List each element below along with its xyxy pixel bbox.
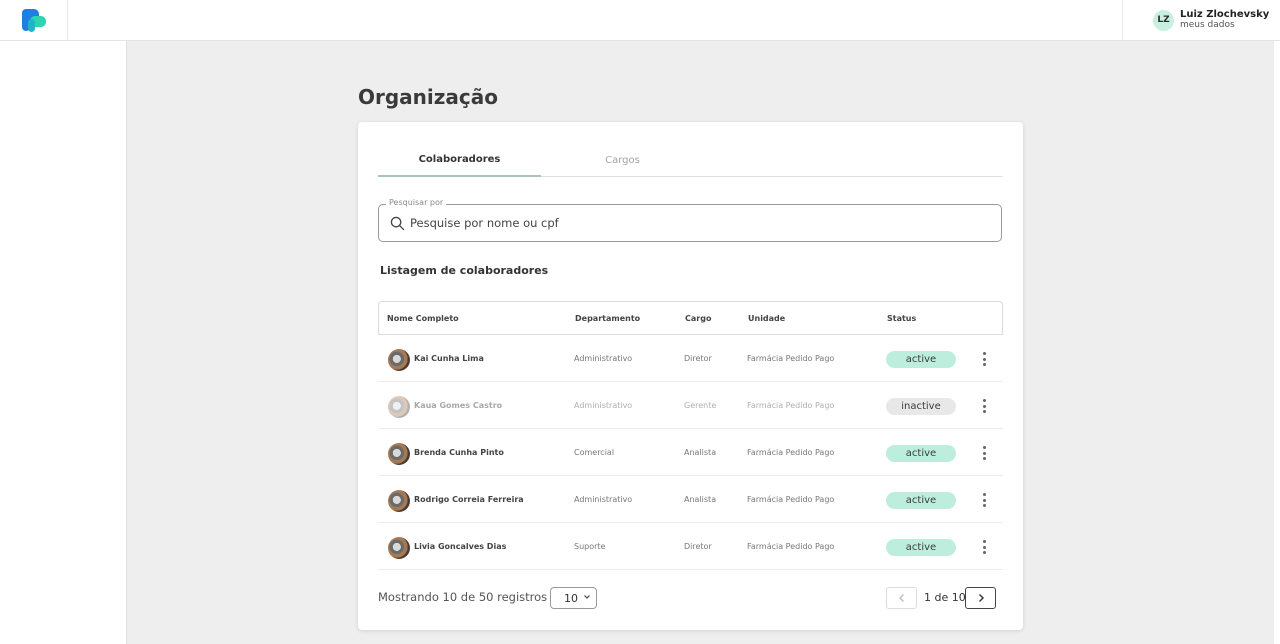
column-header-status[interactable]: Status <box>887 314 916 323</box>
user-avatar: LZ <box>1153 9 1174 31</box>
avatar <box>388 537 410 559</box>
sidebar <box>0 41 127 644</box>
row-actions-icon[interactable] <box>978 397 990 415</box>
my-data-link[interactable]: meus dados <box>1180 20 1269 30</box>
avatar <box>388 396 410 418</box>
employee-name: Rodrigo Correia Ferreira <box>414 494 524 504</box>
search-input[interactable] <box>410 214 970 232</box>
tab-bar: Colaboradores Cargos <box>378 144 1003 177</box>
avatar <box>388 349 410 371</box>
employee-department: Comercial <box>574 447 615 457</box>
column-header-role[interactable]: Cargo <box>685 314 711 323</box>
employee-unit: Farmácia Pedido Pago <box>747 494 835 504</box>
row-actions-icon[interactable] <box>978 491 990 509</box>
status-badge: inactive <box>886 398 956 415</box>
table-header: Nome Completo Departamento Cargo Unidade… <box>378 301 1003 335</box>
column-header-department[interactable]: Departamento <box>575 314 640 323</box>
avatar <box>388 443 410 465</box>
employee-department: Administrativo <box>574 400 633 410</box>
status-badge: active <box>886 351 956 368</box>
user-menu[interactable]: LZ Luiz Zlochevsky meus dados <box>1122 0 1280 40</box>
employee-department: Administrativo <box>574 353 633 363</box>
row-actions-icon[interactable] <box>978 444 990 462</box>
records-count: Mostrando 10 de 50 registros <box>378 590 548 604</box>
chevron-left-icon <box>898 594 904 602</box>
tab-cargos[interactable]: Cargos <box>541 144 704 177</box>
top-bar: LZ Luiz Zlochevsky meus dados <box>0 0 1280 41</box>
chevron-right-icon <box>978 594 984 602</box>
chevron-down-icon <box>584 595 590 599</box>
column-header-unit[interactable]: Unidade <box>748 314 785 323</box>
employee-unit: Farmácia Pedido Pago <box>747 541 835 551</box>
employee-role: Analista <box>684 447 717 457</box>
employees-table: Nome Completo Departamento Cargo Unidade… <box>378 301 1003 570</box>
employee-role: Gerente <box>684 400 717 410</box>
employee-name: Kai Cunha Lima <box>414 353 484 363</box>
table-row[interactable]: Rodrigo Correia Ferreira Administrativo … <box>378 476 1003 523</box>
search-label: Pesquisar por <box>386 198 447 207</box>
employee-role: Diretor <box>684 353 712 363</box>
previous-page-button[interactable] <box>886 587 917 609</box>
employee-role: Analista <box>684 494 717 504</box>
per-page-select[interactable]: 10 <box>550 587 597 609</box>
column-header-name[interactable]: Nome Completo <box>387 314 459 323</box>
employee-unit: Farmácia Pedido Pago <box>747 447 835 457</box>
employee-role: Diretor <box>684 541 712 551</box>
status-badge: active <box>886 445 956 462</box>
employee-department: Administrativo <box>574 494 633 504</box>
search-field[interactable]: Pesquisar por <box>378 198 1002 242</box>
status-badge: active <box>886 539 956 556</box>
scrollbar[interactable] <box>1274 41 1280 644</box>
employee-department: Suporte <box>574 541 606 551</box>
table-row[interactable]: Brenda Cunha Pinto Comercial Analista Fa… <box>378 429 1003 476</box>
page-indicator: 1 de 10 <box>924 591 966 604</box>
employee-name: Kaua Gomes Castro <box>414 400 503 410</box>
app-logo[interactable] <box>0 0 68 40</box>
list-title: Listagem de colaboradores <box>380 264 549 277</box>
employee-unit: Farmácia Pedido Pago <box>747 353 835 363</box>
table-row[interactable]: Kai Cunha Lima Administrativo Diretor Fa… <box>378 335 1003 382</box>
employee-name: Brenda Cunha Pinto <box>414 447 504 457</box>
organization-card: Colaboradores Cargos Pesquisar por Lista… <box>358 122 1023 630</box>
user-name: Luiz Zlochevsky <box>1180 9 1270 20</box>
next-page-button[interactable] <box>965 587 996 609</box>
tab-colaboradores[interactable]: Colaboradores <box>378 144 541 177</box>
row-actions-icon[interactable] <box>978 350 990 368</box>
logo-icon <box>21 9 46 32</box>
per-page-value: 10 <box>564 591 578 605</box>
search-icon <box>390 216 405 231</box>
employee-unit: Farmácia Pedido Pago <box>747 400 835 410</box>
table-row[interactable]: Livia Goncalves Dias Suporte Diretor Far… <box>378 523 1003 570</box>
status-badge: active <box>886 492 956 509</box>
row-actions-icon[interactable] <box>978 538 990 556</box>
employee-name: Livia Goncalves Dias <box>414 541 507 551</box>
table-row[interactable]: Kaua Gomes Castro Administrativo Gerente… <box>378 382 1003 429</box>
page-title: Organização <box>358 85 498 109</box>
avatar <box>388 490 410 512</box>
